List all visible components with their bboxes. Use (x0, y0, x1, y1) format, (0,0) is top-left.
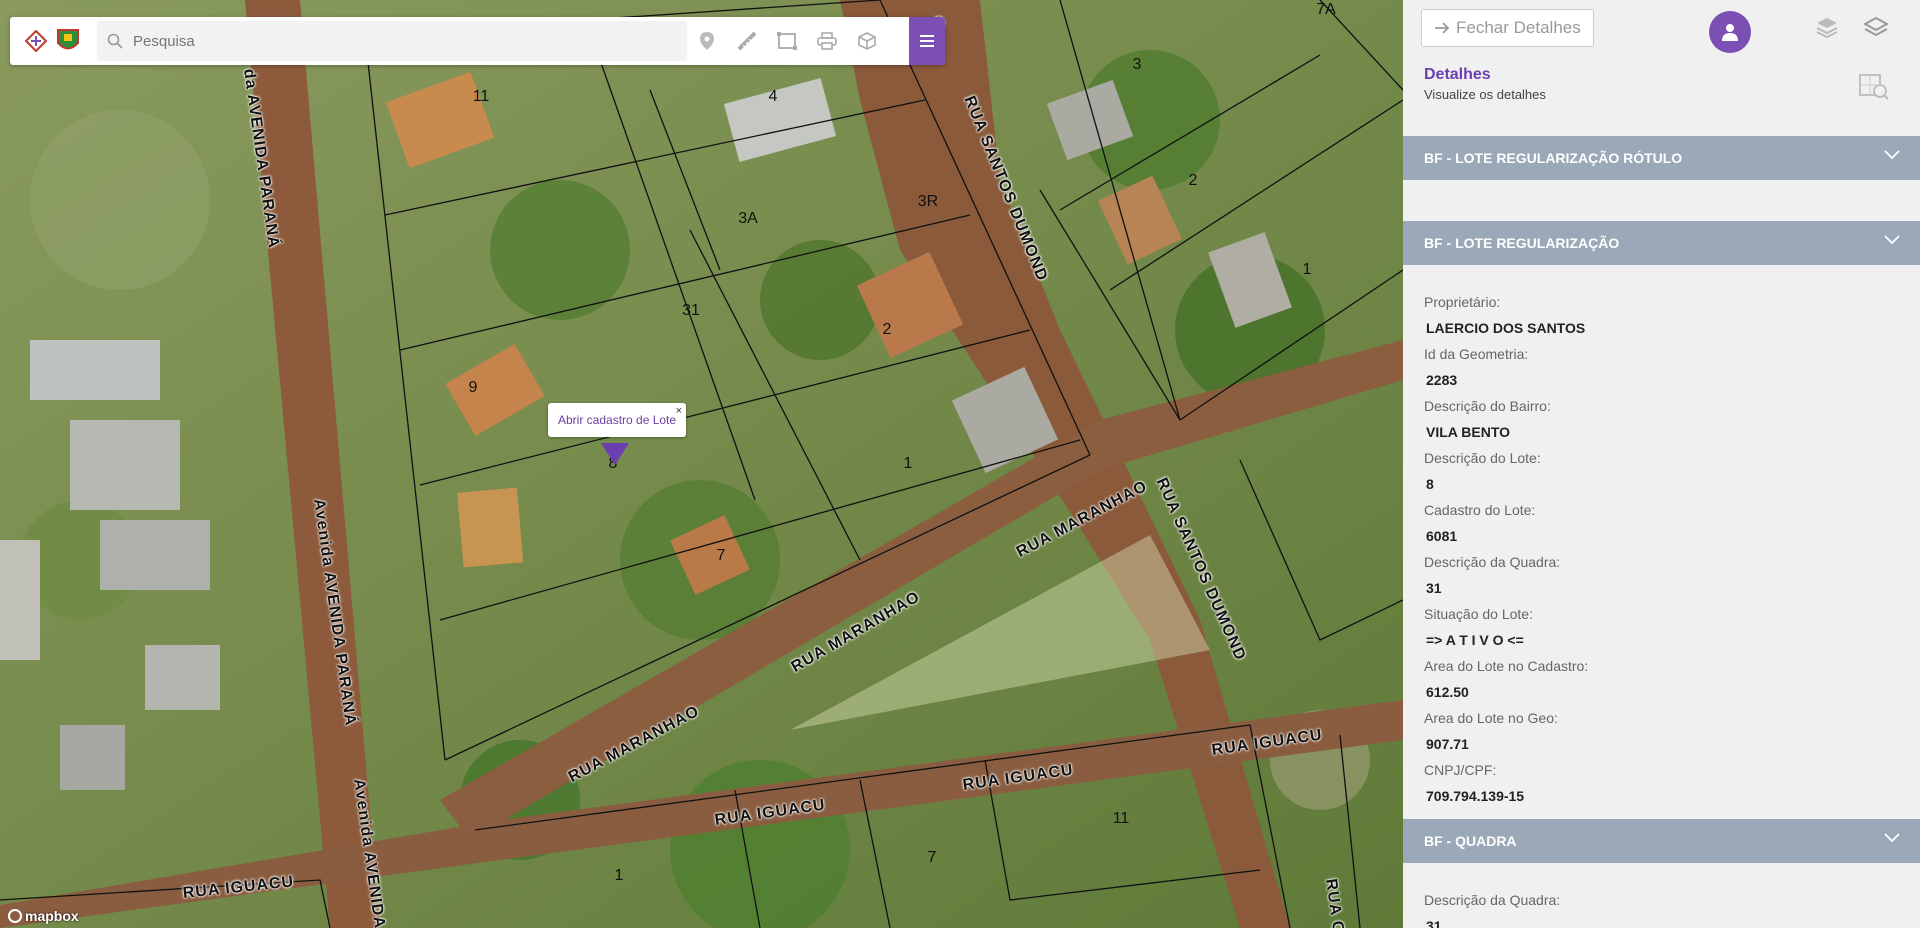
field-label: Situação do Lote: (1424, 606, 1533, 622)
section-title: BF - LOTE REGULARIZAÇÃO (1424, 235, 1620, 251)
search-bar[interactable] (97, 21, 687, 61)
menu-icon (920, 35, 934, 47)
field-label: CNPJ/CPF: (1424, 762, 1497, 778)
popup-close-button[interactable]: × (676, 405, 682, 417)
lot-label: 7A (1316, 1, 1336, 18)
ruler-icon (737, 31, 757, 51)
mapbox-attribution[interactable]: mapbox (8, 908, 79, 924)
field-value: 709.794.139-15 (1426, 788, 1525, 804)
field-label: Id da Geometria: (1424, 346, 1529, 362)
search-input[interactable] (131, 31, 655, 51)
field-value: => A T I V O <= (1426, 632, 1524, 648)
details-title: Detalhes (1424, 66, 1491, 83)
map-toolbar (10, 17, 945, 65)
city-seal-icon (56, 29, 79, 50)
lot-label: 1 (1302, 261, 1312, 278)
field-label: Area do Lote no Geo: (1424, 710, 1558, 726)
print-icon (817, 32, 837, 50)
cube-icon (858, 32, 876, 50)
close-details-label: Fechar Detalhes (1456, 18, 1581, 37)
lot-label: 1 (903, 455, 913, 472)
details-subtitle: Visualize os detalhes (1424, 87, 1546, 102)
lot-label: 3R (917, 193, 939, 210)
map-search-icon (1859, 74, 1889, 100)
field-label: Descrição da Quadra: (1424, 892, 1561, 908)
lot-label: 2 (882, 321, 892, 338)
aerial-imagery (0, 0, 1403, 928)
field-value: 8 (1426, 476, 1434, 492)
chevron-down-icon (1884, 150, 1900, 160)
chevron-down-icon (1884, 235, 1900, 245)
panel-header: Fechar Detalhes (1403, 0, 1920, 56)
field-value: VILA BENTO (1426, 424, 1511, 440)
field-value: 6081 (1426, 528, 1458, 544)
section-title: BF - LOTE REGULARIZAÇÃO RÓTULO (1424, 150, 1683, 166)
marker-tool[interactable] (687, 17, 727, 65)
quadra-fields: Descrição da Quadra: 31 (1403, 863, 1920, 928)
lot-label: 2 (1188, 172, 1198, 189)
map-marker-icon[interactable] (601, 443, 629, 465)
field-label: Descrição do Bairro: (1424, 398, 1551, 414)
field-label: Area do Lote no Cadastro: (1424, 658, 1589, 674)
user-icon (1722, 24, 1738, 41)
popup-link[interactable]: Abrir cadastro de Lote (558, 413, 676, 427)
lot-label: 31 (682, 302, 700, 319)
lot-label: 9 (468, 379, 478, 396)
lot-label: 7 (927, 849, 937, 866)
search-icon (107, 33, 123, 49)
lote-fields: Proprietário: LAERCIO DOS SANTOS Id da G… (1403, 265, 1920, 819)
details-header: Detalhes Visualize os detalhes (1403, 56, 1920, 136)
mapbox-logo-icon (8, 909, 22, 923)
lot-label: 3 (1132, 56, 1142, 73)
lot-label: 11 (1112, 810, 1130, 827)
arrow-right-icon (1435, 22, 1450, 34)
app-logo-icon (24, 30, 47, 52)
3d-tool[interactable] (847, 17, 887, 65)
field-label: Descrição do Lote: (1424, 450, 1541, 466)
field-value: LAERCIO DOS SANTOS (1426, 320, 1586, 336)
layers-icon[interactable] (1863, 16, 1889, 40)
layers-stack-icon[interactable] (1815, 16, 1839, 40)
lot-label: 7 (716, 547, 726, 564)
section-lote-regularizacao[interactable]: BF - LOTE REGULARIZAÇÃO (1403, 221, 1920, 265)
field-value: 31 (1426, 918, 1442, 928)
area-icon (777, 32, 797, 50)
measure-distance-tool[interactable] (727, 17, 767, 65)
field-value: 31 (1426, 580, 1442, 596)
logos (10, 17, 95, 65)
user-avatar-button[interactable] (1709, 11, 1751, 53)
field-value: 612.50 (1426, 684, 1469, 700)
lot-label: 3A (738, 210, 758, 227)
marker-icon (700, 32, 714, 50)
menu-button[interactable] (909, 17, 945, 65)
section-title: BF - QUADRA (1424, 833, 1517, 849)
field-label: Cadastro do Lote: (1424, 502, 1536, 518)
lot-label: 1 (614, 867, 624, 884)
section-lote-rotulo[interactable]: BF - LOTE REGULARIZAÇÃO RÓTULO (1403, 136, 1920, 180)
lot-label: 4 (768, 88, 778, 105)
lot-label: 11 (472, 88, 490, 105)
details-panel: Fechar Detalhes Detalhes Visualize os de… (1403, 0, 1920, 928)
map-view[interactable]: 7A 3 11 4 3A 3R 2 31 2 1 9 8 1 7 11 7 1 … (0, 0, 1403, 928)
lot-popup[interactable]: Abrir cadastro de Lote × (548, 403, 687, 437)
field-value: 907.71 (1426, 736, 1469, 752)
measure-area-tool[interactable] (767, 17, 807, 65)
field-label: Proprietário: (1424, 294, 1501, 310)
print-tool[interactable] (807, 17, 847, 65)
field-label: Descrição da Quadra: (1424, 554, 1561, 570)
close-details-button[interactable]: Fechar Detalhes (1421, 9, 1594, 47)
chevron-down-icon (1884, 833, 1900, 843)
section-quadra[interactable]: BF - QUADRA (1403, 819, 1920, 863)
field-value: 2283 (1426, 372, 1458, 388)
